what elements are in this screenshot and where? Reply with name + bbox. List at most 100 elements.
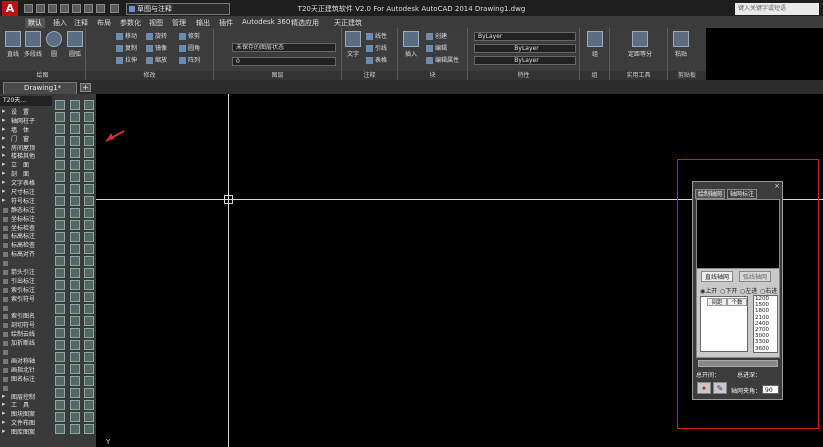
tab-manage[interactable]: 管理	[172, 18, 186, 28]
tool-icon[interactable]	[70, 340, 80, 350]
tool-icon[interactable]	[70, 136, 80, 146]
tool-icon[interactable]	[55, 316, 65, 326]
tool-icon[interactable]	[55, 160, 65, 170]
panel-menu-item[interactable]: 轴网柱子	[0, 116, 52, 126]
array-button[interactable]: 阵列	[179, 56, 200, 65]
tab-default[interactable]: 默认	[25, 18, 45, 28]
panel-menu-item[interactable]: 房间屋顶	[0, 143, 52, 153]
tool-icon[interactable]	[55, 412, 65, 422]
radio-right-depth[interactable]: ○右进	[760, 286, 777, 295]
tool-icon[interactable]	[84, 112, 94, 122]
tool-icon[interactable]	[70, 256, 80, 266]
spacing-table[interactable]: 间距 个数	[700, 296, 748, 352]
tab-plugins[interactable]: 插件	[219, 18, 233, 28]
tool-icon[interactable]	[55, 292, 65, 302]
panel-menu-item[interactable]: 标高对齐	[0, 250, 52, 259]
fillet-button[interactable]: 圆角	[179, 44, 200, 53]
tool-icon[interactable]	[84, 412, 94, 422]
linear-dim-button[interactable]: 线性	[366, 32, 387, 41]
tool-icon[interactable]	[55, 400, 65, 410]
drawing-tab[interactable]: Drawing1*	[3, 82, 77, 94]
layer-combo[interactable]: 0	[232, 57, 336, 66]
panel-menu-item[interactable]: 标高标注	[0, 232, 52, 241]
tool-icon[interactable]	[55, 424, 65, 434]
panel-menu-item[interactable]: 剖 面	[0, 169, 52, 179]
insert-button[interactable]: 插入	[400, 31, 422, 58]
tool-icon[interactable]	[70, 232, 80, 242]
new-tab-button[interactable]: +	[80, 83, 91, 92]
tool-icon[interactable]	[70, 112, 80, 122]
line-button[interactable]: 直线	[2, 31, 24, 58]
panel-menu-item[interactable]: 工 具	[0, 400, 52, 410]
tool-icon[interactable]	[84, 364, 94, 374]
tool-icon[interactable]	[70, 184, 80, 194]
edit-attributes-button[interactable]: 编辑属性	[426, 56, 459, 65]
tool-icon[interactable]	[70, 208, 80, 218]
radio-top-open[interactable]: ◉上开	[700, 286, 717, 295]
tool-icon[interactable]	[55, 136, 65, 146]
panel-menu-item[interactable]: 索引图名	[0, 312, 52, 321]
tool-icon[interactable]	[55, 304, 65, 314]
leader-button[interactable]: 引线	[366, 44, 387, 53]
radio-bottom-open[interactable]: ○下开	[720, 286, 737, 295]
tool-icon[interactable]	[55, 148, 65, 158]
tool-icon[interactable]	[70, 172, 80, 182]
tool-icon[interactable]	[55, 220, 65, 230]
tool-icon[interactable]	[70, 328, 80, 338]
panel-menu-item[interactable]: 墙 体	[0, 125, 52, 135]
tab-featured-apps[interactable]: 精选应用	[291, 18, 319, 28]
panel-menu-item[interactable]: 图块图案	[0, 409, 52, 419]
panel-menu-item[interactable]: 符号标注	[0, 196, 52, 206]
text-button[interactable]: 文字	[342, 31, 364, 58]
tool-icon[interactable]	[70, 196, 80, 206]
tool-icon[interactable]	[55, 208, 65, 218]
tab-layout[interactable]: 布局	[97, 18, 111, 28]
tool-icon[interactable]	[84, 256, 94, 266]
arc-button[interactable]: 圆弧	[64, 31, 86, 58]
tool-icon[interactable]	[55, 100, 65, 110]
panel-menu-item[interactable]: 门 窗	[0, 134, 52, 144]
tab-parametric[interactable]: 参数化	[120, 18, 141, 28]
tab-draw-axis[interactable]: 绘制轴网	[695, 189, 726, 199]
tool-icon[interactable]	[70, 304, 80, 314]
tool-icon[interactable]	[84, 148, 94, 158]
polyline-button[interactable]: 多段线	[22, 31, 44, 58]
table-button[interactable]: 表格	[366, 56, 387, 65]
tool-icon[interactable]	[55, 112, 65, 122]
tool-icon[interactable]	[70, 352, 80, 362]
tool-icon[interactable]	[55, 364, 65, 374]
tool-icon[interactable]	[84, 424, 94, 434]
rotate-copy-button[interactable]: 旋转	[146, 32, 167, 41]
panel-menu-item[interactable]: 索引符号	[0, 295, 52, 304]
tab-output[interactable]: 输出	[196, 18, 210, 28]
tool-icon[interactable]	[70, 412, 80, 422]
linetype-combo[interactable]: ByLayer	[474, 44, 576, 53]
tab-axis-annotation[interactable]: 轴网标注	[727, 189, 758, 199]
tool-icon[interactable]	[70, 376, 80, 386]
tool-icon[interactable]	[55, 196, 65, 206]
tool-icon[interactable]	[55, 256, 65, 266]
panel-menu-item[interactable]: 箭头引注	[0, 268, 52, 277]
tool-icon[interactable]	[84, 328, 94, 338]
tool-icon[interactable]	[84, 124, 94, 134]
tool-icon[interactable]	[84, 280, 94, 290]
tool-icon[interactable]	[55, 244, 65, 254]
spacing-value-item[interactable]: 3600	[755, 346, 777, 352]
panel-menu-item[interactable]: 加折断线	[0, 339, 52, 348]
tool-icon[interactable]	[84, 100, 94, 110]
color-combo[interactable]: ByLayer	[474, 32, 576, 41]
tool-icon[interactable]	[70, 388, 80, 398]
spacing-value-list[interactable]: 1200 1500 1800 2100 2400 2700 3000 3300 3600	[753, 295, 778, 353]
edit-block-button[interactable]: 编辑	[426, 44, 447, 53]
horizontal-scrollbar[interactable]	[698, 360, 778, 367]
panel-menu-item[interactable]: 索引标注	[0, 286, 52, 295]
tool-icon[interactable]	[84, 196, 94, 206]
search-input[interactable]: 键入关键字或短语	[735, 3, 819, 15]
tool-icon[interactable]	[84, 172, 94, 182]
tab-arc-grid[interactable]: 弧线轴网	[739, 271, 772, 282]
paste-button[interactable]: 粘贴	[670, 31, 692, 58]
tool-icon[interactable]	[84, 340, 94, 350]
tool-icon[interactable]	[55, 172, 65, 182]
measure-button[interactable]: 定距等分	[626, 31, 654, 58]
tool-icon[interactable]	[84, 208, 94, 218]
